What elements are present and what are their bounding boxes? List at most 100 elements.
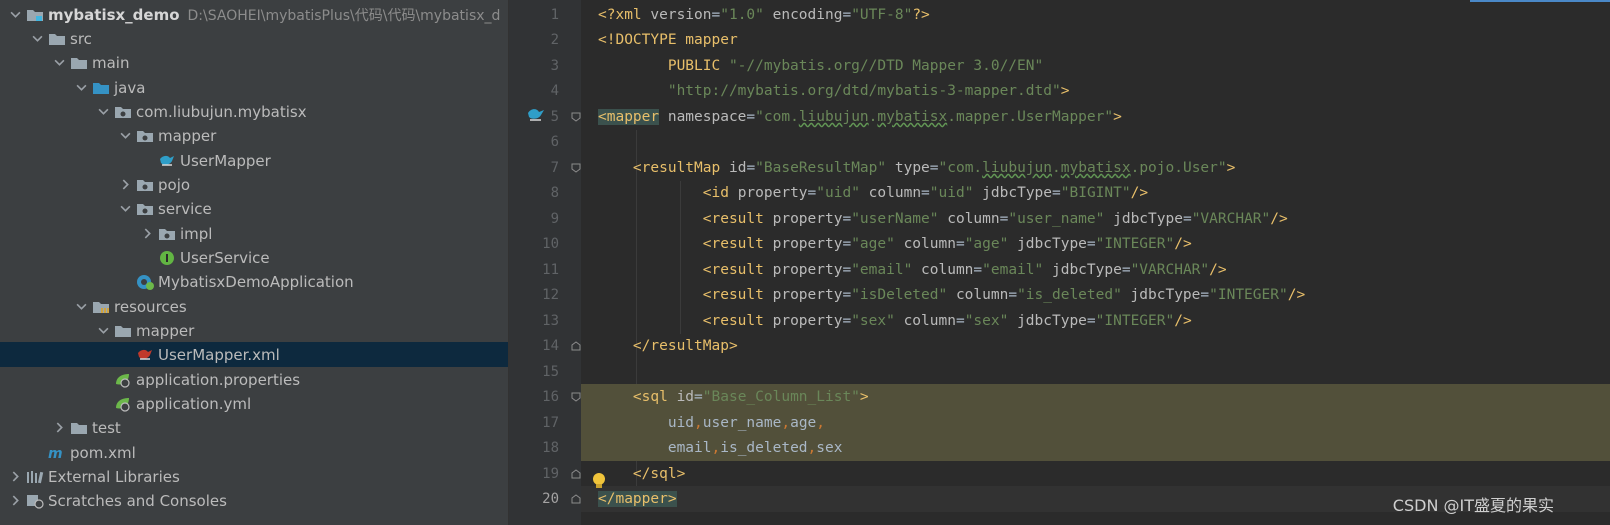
maven-icon: m	[48, 445, 66, 461]
tree-node-userservice[interactable]: UserService	[0, 245, 508, 270]
tree-node-package[interactable]: com.liubujun.mybatisx	[0, 99, 508, 124]
chevron-down-icon[interactable]	[52, 50, 66, 75]
spring-config-icon	[114, 396, 132, 412]
tree-node-java[interactable]: java	[0, 75, 508, 100]
scratches-icon	[26, 493, 44, 509]
chevron-down-icon[interactable]	[8, 2, 22, 27]
tree-label: java	[114, 78, 146, 97]
line-number: 10	[542, 236, 559, 252]
line-number: 3	[550, 58, 559, 74]
code-line: <result property="userName" column="user…	[702, 211, 1288, 227]
code-line: <mapper namespace="com.liubujun.mybatisx…	[598, 109, 1122, 125]
chevron-down-icon[interactable]	[74, 294, 88, 319]
line-number: 14	[542, 338, 559, 354]
mybatis-bird-icon	[158, 153, 176, 169]
mybatis-navigate-icon[interactable]	[526, 106, 546, 124]
tree-node-main[interactable]: main	[0, 50, 508, 75]
tree-node-external-libraries[interactable]: External Libraries	[0, 464, 508, 489]
lightbulb-icon[interactable]	[590, 471, 608, 491]
chevron-down-icon[interactable]	[30, 26, 44, 51]
package-icon	[136, 201, 154, 217]
tree-label: pom.xml	[70, 443, 136, 462]
code-line-selected: uid,user_name,age,	[581, 410, 1610, 436]
code-line-selected: <sql id="Base_Column_List">	[581, 384, 1610, 410]
fold-icon[interactable]	[571, 494, 581, 504]
chevron-down-icon[interactable]	[74, 75, 88, 100]
fold-icon[interactable]	[571, 341, 581, 351]
tree-label: main	[92, 53, 130, 72]
code-line: <id property="uid" column="uid" jdbcType…	[702, 185, 1149, 201]
line-number: 20	[542, 491, 559, 507]
tree-label: pojo	[158, 175, 191, 194]
mybatis-xml-icon	[136, 347, 154, 363]
line-number: 9	[550, 211, 559, 227]
spring-boot-class-icon	[136, 274, 154, 290]
code-area[interactable]: <?xml version="1.0" encoding="UTF-8"?> <…	[581, 0, 1610, 525]
line-number: 12	[542, 287, 559, 303]
chevron-right-icon[interactable]	[8, 464, 22, 489]
chevron-right-icon[interactable]	[118, 172, 132, 197]
tree-label: UserMapper.xml	[158, 345, 280, 364]
tree-node-mapper-package[interactable]: mapper	[0, 123, 508, 148]
package-icon	[136, 177, 154, 193]
spring-config-icon	[114, 372, 132, 388]
project-tree: mybatisx_demo D:\SAOHEI\mybatisPlus\代码\代…	[0, 0, 509, 525]
fold-icon[interactable]	[571, 112, 581, 122]
line-number: 7	[550, 160, 559, 176]
tree-node-scratches[interactable]: Scratches and Consoles	[0, 488, 508, 513]
tree-label: mapper	[158, 126, 217, 145]
code-line: PUBLIC "-//mybatis.org//DTD Mapper 3.0//…	[667, 58, 1044, 74]
tree-label: MybatisxDemoApplication	[158, 272, 354, 291]
source-folder-icon	[92, 80, 110, 96]
code-editor[interactable]: 1 2 3 4 5 6 7 8 9 10 11 12 13 14 15 16 1…	[509, 0, 1610, 525]
chevron-down-icon[interactable]	[96, 99, 110, 124]
tree-node-impl[interactable]: impl	[0, 221, 508, 246]
line-number: 8	[550, 185, 559, 201]
tree-label: src	[70, 29, 92, 48]
code-line: <resultMap id="BaseResultMap" type="com.…	[632, 160, 1236, 176]
tree-label: Scratches and Consoles	[48, 491, 227, 510]
tree-node-application-class[interactable]: MybatisxDemoApplication	[0, 269, 508, 294]
code-line: </sql>	[632, 466, 686, 482]
chevron-right-icon[interactable]	[140, 221, 154, 246]
tree-node-src[interactable]: src	[0, 26, 508, 51]
tree-node-pojo[interactable]: pojo	[0, 172, 508, 197]
tree-node-service[interactable]: service	[0, 196, 508, 221]
code-line: <!DOCTYPE mapper	[598, 32, 738, 48]
line-number: 16	[542, 389, 559, 405]
tree-node-usermapper[interactable]: UserMapper	[0, 148, 508, 173]
chevron-down-icon[interactable]	[96, 318, 110, 343]
line-number: 13	[542, 313, 559, 329]
fold-icon[interactable]	[571, 469, 581, 479]
folder-icon	[114, 323, 132, 339]
tree-node-application-yml[interactable]: application.yml	[0, 391, 508, 416]
chevron-right-icon[interactable]	[8, 488, 22, 513]
tree-label: com.liubujun.mybatisx	[136, 102, 307, 121]
code-line: <result property="age" column="age" jdbc…	[702, 236, 1192, 252]
chevron-down-icon[interactable]	[118, 196, 132, 221]
module-folder-icon	[26, 7, 44, 23]
tree-node-test[interactable]: test	[0, 415, 508, 440]
tree-node-resources[interactable]: resources	[0, 294, 508, 319]
code-line: <result property="email" column="email" …	[702, 262, 1227, 278]
package-icon	[136, 128, 154, 144]
fold-icon[interactable]	[571, 163, 581, 173]
code-line: "http://mybatis.org/dtd/mybatis-3-mapper…	[667, 83, 1070, 99]
line-number: 18	[542, 440, 559, 456]
chevron-down-icon[interactable]	[118, 123, 132, 148]
tree-node-application-properties[interactable]: application.properties	[0, 367, 508, 392]
line-number: 1	[550, 7, 559, 23]
chevron-right-icon[interactable]	[52, 415, 66, 440]
fold-icon[interactable]	[571, 392, 581, 402]
tree-node-project[interactable]: mybatisx_demo D:\SAOHEI\mybatisPlus\代码\代…	[0, 2, 508, 27]
line-number: 15	[542, 364, 559, 380]
folder-icon	[70, 55, 88, 71]
folder-icon	[48, 31, 66, 47]
tree-label: test	[92, 418, 121, 437]
tree-label: resources	[114, 297, 187, 316]
resources-folder-icon	[92, 299, 110, 315]
tree-node-pom[interactable]: m pom.xml	[0, 440, 508, 465]
tree-node-usermapper-xml[interactable]: UserMapper.xml	[0, 342, 508, 367]
svg-text:m: m	[48, 446, 63, 461]
tree-node-res-mapper[interactable]: mapper	[0, 318, 508, 343]
